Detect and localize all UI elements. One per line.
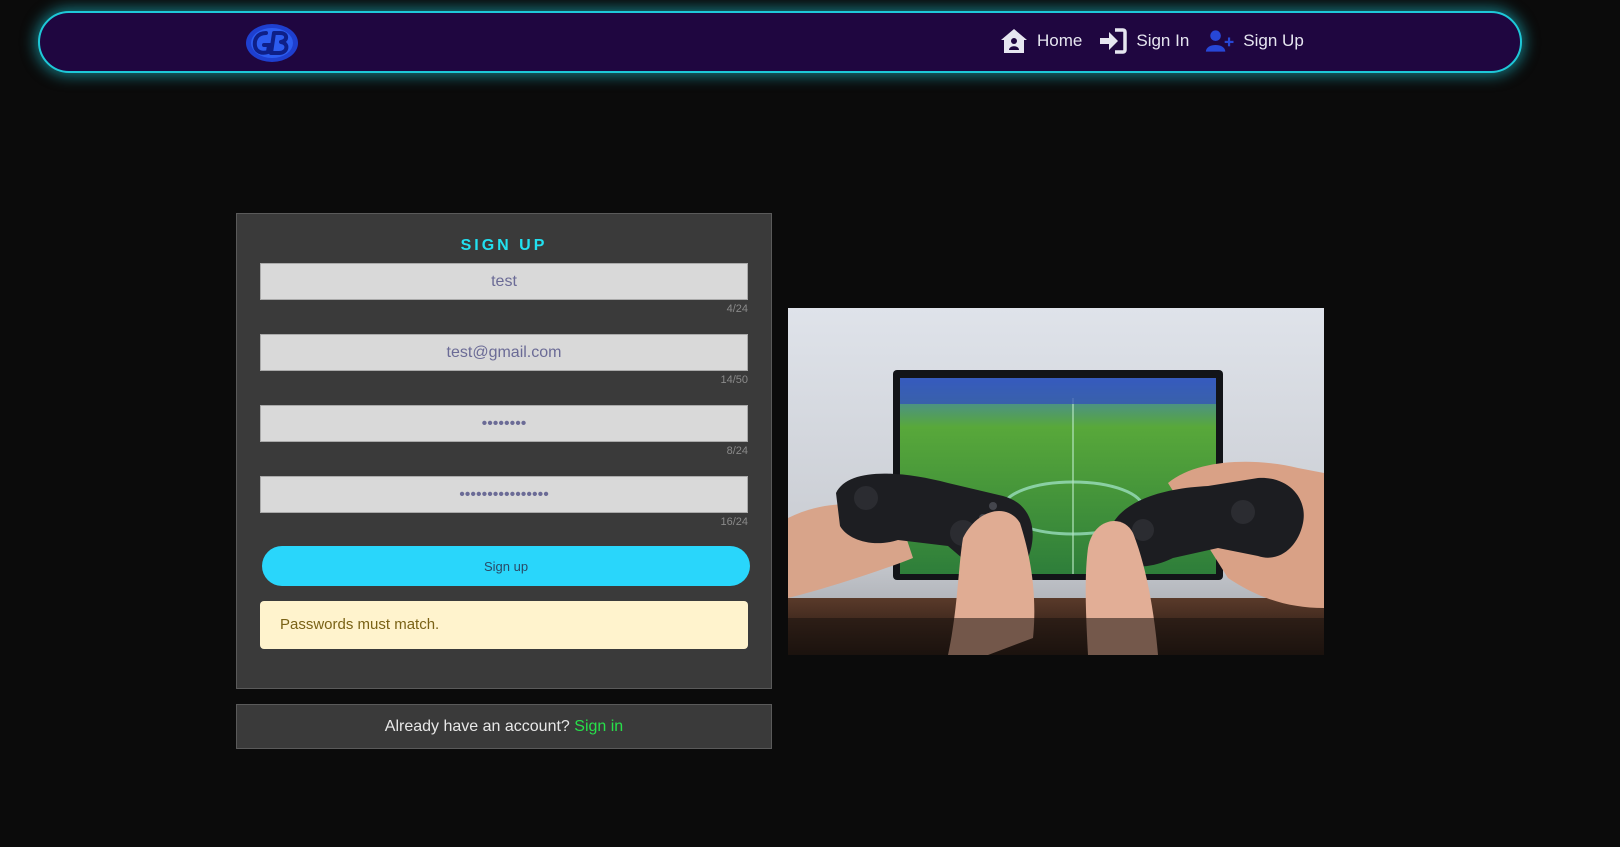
error-alert: Passwords must match. [260, 601, 748, 649]
form-title: SIGN UP [460, 237, 548, 254]
password-counter: 8/24 [726, 445, 748, 457]
user-plus-icon [1205, 27, 1235, 55]
sign-in-icon [1098, 27, 1128, 55]
confirm-password-counter: 16/24 [720, 516, 748, 528]
password-field-group: 8/24 [260, 405, 748, 457]
nav-sign-up-label: Sign Up [1243, 31, 1304, 50]
signin-prompt-box: Already have an account? Sign in [236, 704, 772, 749]
nav-sign-in-label: Sign In [1136, 31, 1190, 50]
nav-sign-up[interactable]: Sign Up [1205, 27, 1304, 55]
signup-button[interactable]: Sign up [262, 546, 750, 586]
signup-card: SIGN UP 4/24 14/50 8/24 16/24 Sign up Pa… [236, 213, 772, 689]
confirm-password-field-group: 16/24 [260, 476, 748, 528]
email-input[interactable] [260, 334, 748, 371]
confirm-password-input[interactable] [260, 476, 748, 513]
gaming-controllers-photo [788, 308, 1324, 655]
username-counter: 4/24 [726, 303, 748, 315]
username-input[interactable] [260, 263, 748, 300]
home-icon [999, 27, 1029, 55]
nav-home[interactable]: Home [999, 27, 1082, 55]
email-field-group: 14/50 [260, 334, 748, 386]
nav-sign-in[interactable]: Sign In [1098, 27, 1189, 55]
nav-menu: Home Sign In Sign Up [999, 27, 1320, 55]
gb-logo-icon[interactable] [244, 22, 300, 64]
navbar: Home Sign In Sign Up [38, 11, 1522, 73]
username-field-group: 4/24 [260, 263, 748, 315]
password-input[interactable] [260, 405, 748, 442]
nav-home-label: Home [1037, 31, 1083, 50]
signin-link[interactable]: Sign in [574, 718, 623, 735]
email-counter: 14/50 [720, 374, 748, 386]
signin-prompt-text: Already have an account? [384, 718, 570, 735]
